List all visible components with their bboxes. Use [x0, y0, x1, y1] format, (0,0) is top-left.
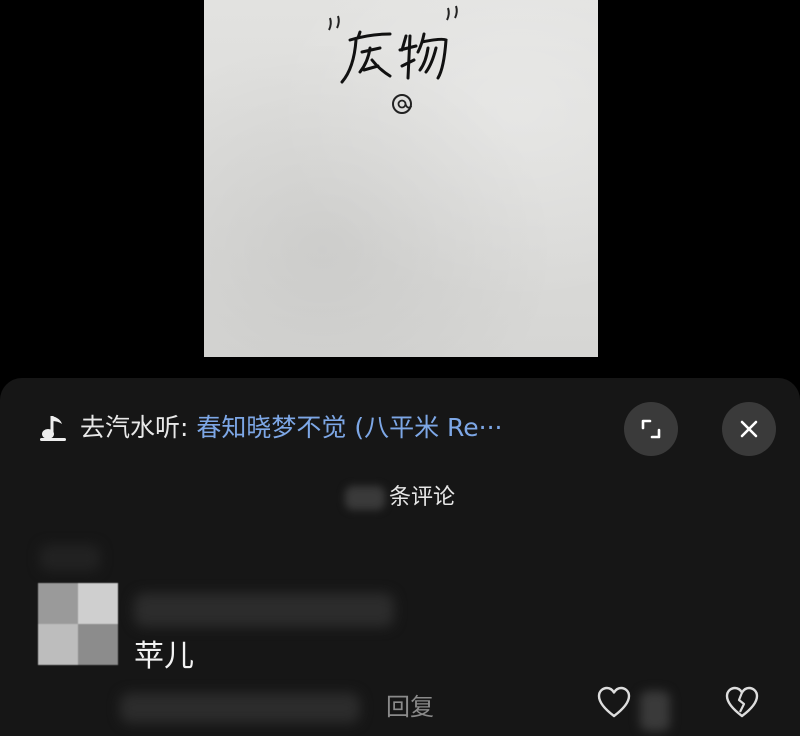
- broken-heart-icon[interactable]: [724, 685, 760, 721]
- blurred-content: [40, 545, 100, 571]
- commenter-name[interactable]: [134, 593, 394, 627]
- music-note-icon: [40, 416, 66, 441]
- comment-count: 条评论: [0, 478, 800, 518]
- music-link-bar[interactable]: 去汽水听: 春知晓梦不觉 (八平米 Re···: [0, 378, 800, 478]
- music-prefix: 去汽水听:: [80, 413, 197, 442]
- close-icon: [740, 420, 758, 438]
- music-link-text[interactable]: 去汽水听: 春知晓梦不觉 (八平米 Re···: [80, 408, 503, 448]
- post-image[interactable]: [204, 0, 598, 357]
- comment-item[interactable]: 苹儿 回复: [0, 543, 800, 736]
- avatar[interactable]: [38, 583, 118, 665]
- handwritten-note: [328, 5, 458, 114]
- comment-count-number: [344, 486, 385, 510]
- expand-button[interactable]: [624, 402, 678, 456]
- comments-sheet: 去汽水听: 春知晓梦不觉 (八平米 Re··· 条评论 苹儿 回复: [0, 378, 800, 736]
- expand-icon: [641, 419, 661, 439]
- heart-icon[interactable]: [596, 685, 632, 721]
- comment-count-label: 条评论: [388, 485, 455, 510]
- like-count: [640, 691, 670, 731]
- music-song-title[interactable]: 春知晓梦不觉 (八平米 Re···: [196, 413, 502, 442]
- reply-button[interactable]: 回复: [386, 687, 434, 727]
- comment-meta: [120, 693, 360, 723]
- close-button[interactable]: [722, 402, 776, 456]
- comment-text: 苹儿: [134, 639, 194, 674]
